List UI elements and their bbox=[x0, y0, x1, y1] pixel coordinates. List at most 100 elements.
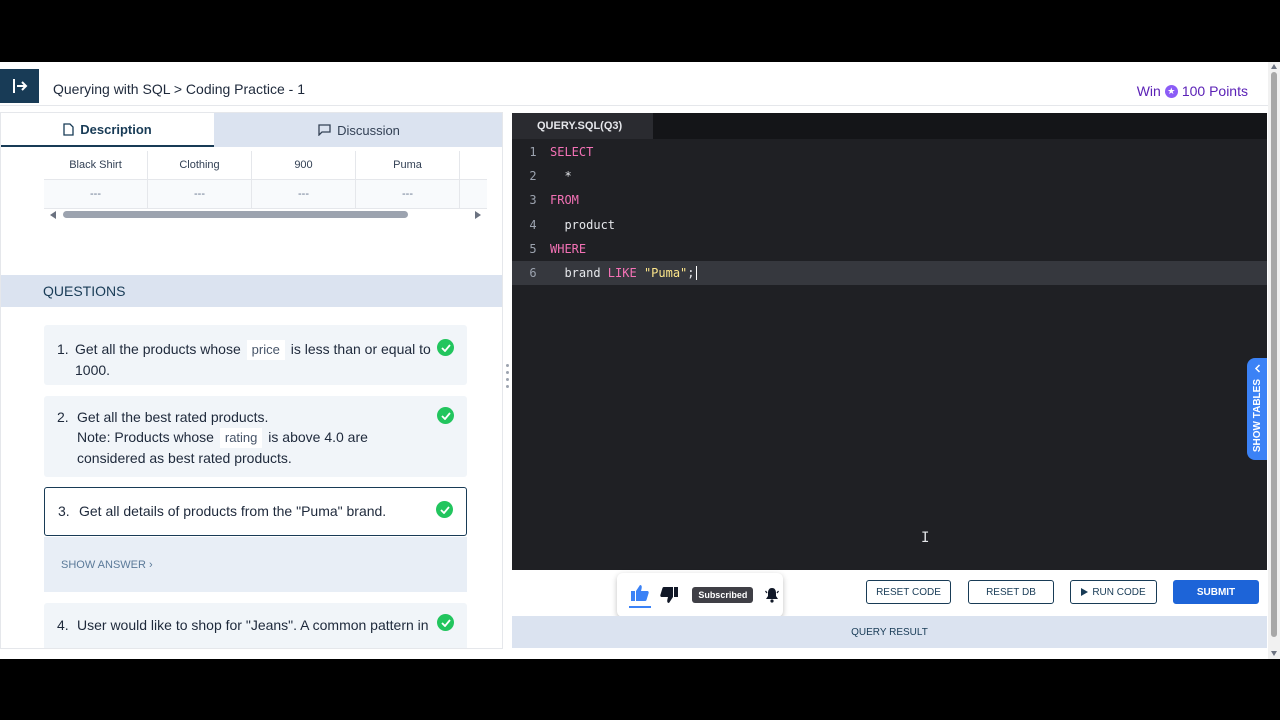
points-star-icon: ★ bbox=[1164, 84, 1178, 98]
line-number: 6 bbox=[529, 266, 537, 281]
dislike-button[interactable] bbox=[659, 584, 681, 606]
line-number: 4 bbox=[529, 217, 537, 232]
question-number: 4. bbox=[57, 617, 69, 633]
run-code-label: RUN CODE bbox=[1092, 586, 1146, 598]
problem-tabs: Description Discussion bbox=[1, 113, 502, 147]
code-text: * bbox=[550, 169, 572, 184]
check-circle-icon bbox=[437, 407, 454, 424]
show-tables-toggle[interactable]: SHOW TABLES bbox=[1247, 358, 1267, 460]
editor-file-tab[interactable]: QUERY.SQL(Q3) bbox=[512, 113, 653, 139]
reset-db-button[interactable]: RESET DB bbox=[968, 580, 1054, 604]
points-value: 100 Points bbox=[1181, 83, 1248, 99]
question-text: Get all details of products from the "Pu… bbox=[79, 503, 387, 519]
code-line[interactable]: 4 product bbox=[512, 213, 1267, 237]
show-answer-panel: SHOW ANSWER › bbox=[44, 537, 467, 592]
code-keyword: FROM bbox=[550, 193, 579, 208]
tab-discussion[interactable]: Discussion bbox=[214, 113, 502, 147]
code-line-current[interactable]: 6 brand LIKE "Puma"; bbox=[512, 260, 1267, 286]
scrollbar-thumb[interactable] bbox=[1271, 72, 1277, 637]
collapse-sidebar-button[interactable] bbox=[0, 69, 39, 103]
inline-code: rating bbox=[219, 428, 263, 448]
code-line[interactable]: 2 * bbox=[512, 164, 1267, 188]
table-horizontal-scrollbar[interactable] bbox=[44, 208, 487, 220]
code-keyword: WHERE bbox=[550, 241, 587, 256]
submit-button[interactable]: SUBMIT bbox=[1173, 580, 1259, 604]
problem-panel: Description Discussion Black Shirt Cloth… bbox=[0, 112, 503, 649]
question-card-2[interactable]: 2. Get all the best rated products. Note… bbox=[44, 396, 467, 477]
table-cell: --- bbox=[148, 180, 252, 208]
table-cell: 900 bbox=[252, 151, 356, 179]
question-card-4[interactable]: 4. User would like to shop for "Jeans". … bbox=[44, 603, 467, 648]
question-number: 3. bbox=[58, 503, 70, 519]
code-keyword: SELECT bbox=[550, 145, 594, 160]
mouse-ibeam-cursor: I bbox=[921, 530, 930, 546]
text-cursor bbox=[695, 266, 697, 281]
inline-code: price bbox=[246, 340, 285, 360]
reset-code-button[interactable]: RESET CODE bbox=[866, 580, 951, 604]
tab-description-label: Description bbox=[80, 121, 152, 137]
show-tables-label: SHOW TABLES bbox=[1251, 379, 1263, 453]
question-note-start: Note: Products whose bbox=[77, 429, 214, 445]
tab-description[interactable]: Description bbox=[1, 113, 214, 147]
line-number: 1 bbox=[529, 145, 537, 160]
document-icon bbox=[63, 122, 74, 136]
check-circle-icon bbox=[437, 339, 454, 356]
collapse-sidebar-icon bbox=[12, 79, 27, 93]
code-string: "Puma" bbox=[643, 266, 688, 281]
show-answer-link[interactable]: SHOW ANSWER bbox=[61, 559, 146, 571]
line-number: 5 bbox=[529, 241, 537, 256]
code-line[interactable]: 3 FROM bbox=[512, 188, 1267, 212]
thumbs-up-icon bbox=[630, 585, 649, 601]
check-circle-icon bbox=[437, 614, 454, 631]
question-card-3[interactable]: 3. Get all details of products from the … bbox=[44, 487, 467, 536]
question-text: Get all the products whose price is less… bbox=[75, 339, 437, 380]
bell-icon bbox=[765, 588, 780, 603]
scrollbar-thumb[interactable] bbox=[63, 211, 408, 218]
product-table: Black Shirt Clothing 900 Puma --- --- --… bbox=[44, 151, 487, 209]
thumbs-down-icon bbox=[660, 587, 679, 603]
page-vertical-scrollbar[interactable] bbox=[1268, 62, 1280, 659]
line-number: 2 bbox=[529, 169, 537, 184]
code-line[interactable]: 5 WHERE bbox=[512, 237, 1267, 261]
win-points: Win ★ 100 Points bbox=[1137, 83, 1248, 99]
chat-icon bbox=[318, 124, 331, 136]
table-cell: --- bbox=[44, 180, 148, 208]
chevron-left-icon bbox=[1254, 364, 1260, 373]
code-lines[interactable]: 1 SELECT 2 * 3 FROM 4 product 5 WHERE 6 bbox=[512, 140, 1267, 286]
panel-resize-handle[interactable] bbox=[506, 364, 510, 398]
code-keyword: LIKE bbox=[607, 266, 637, 281]
question-text-start: Get all the products whose bbox=[75, 341, 241, 357]
question-text: User would like to shop for "Jeans". A c… bbox=[77, 617, 429, 633]
table-row: --- --- --- --- bbox=[44, 180, 487, 209]
code-text: ; bbox=[687, 266, 695, 281]
breadcrumb[interactable]: Querying with SQL > Coding Practice - 1 bbox=[53, 81, 305, 97]
scroll-down-icon[interactable] bbox=[1271, 651, 1277, 656]
table-cell: Puma bbox=[356, 151, 460, 179]
question-note: Note: Products whose rating is above 4.0… bbox=[77, 427, 437, 468]
reactions-popup: Subscribed bbox=[617, 573, 783, 617]
query-result-bar[interactable]: QUERY RESULT bbox=[512, 616, 1267, 648]
question-number: 2. bbox=[57, 409, 69, 425]
editor-tab-bar: QUERY.SQL(Q3) bbox=[512, 113, 1267, 139]
notification-bell-button[interactable] bbox=[761, 584, 783, 606]
top-bar: Querying with SQL > Coding Practice - 1 … bbox=[0, 66, 1268, 106]
chevron-right-icon[interactable]: › bbox=[149, 559, 153, 571]
check-circle-icon bbox=[436, 501, 453, 518]
table-cell: Clothing bbox=[148, 151, 252, 179]
table-cell: --- bbox=[356, 180, 460, 208]
code-text: product bbox=[550, 217, 616, 232]
subscribed-badge[interactable]: Subscribed bbox=[692, 587, 754, 603]
like-button[interactable] bbox=[629, 582, 651, 608]
scroll-up-icon[interactable] bbox=[1271, 64, 1277, 69]
table-cell: Black Shirt bbox=[44, 151, 148, 179]
code-editor[interactable]: QUERY.SQL(Q3) 1 SELECT 2 * 3 FROM 4 prod… bbox=[512, 113, 1267, 570]
question-number: 1. bbox=[57, 341, 69, 357]
scroll-right-icon[interactable] bbox=[475, 211, 481, 219]
table-row: Black Shirt Clothing 900 Puma bbox=[44, 151, 487, 180]
line-number: 3 bbox=[529, 193, 537, 208]
scroll-left-icon[interactable] bbox=[50, 211, 56, 219]
run-code-button[interactable]: RUN CODE bbox=[1070, 580, 1157, 604]
question-card-1[interactable]: 1. Get all the products whose price is l… bbox=[44, 325, 467, 385]
questions-heading: QUESTIONS bbox=[1, 275, 502, 307]
code-line[interactable]: 1 SELECT bbox=[512, 140, 1267, 164]
